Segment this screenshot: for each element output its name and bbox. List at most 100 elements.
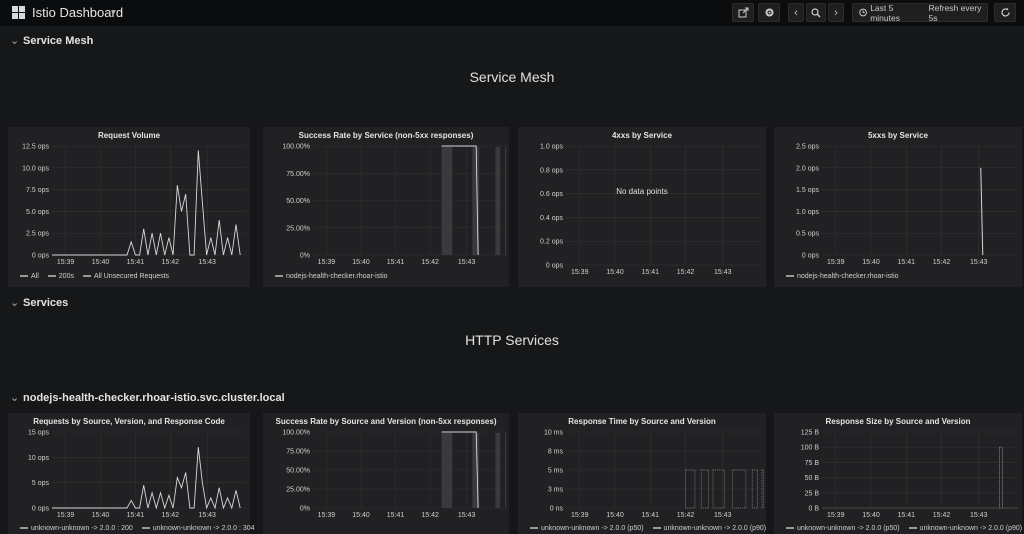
chart-3: 0 ops 0.5 ops 1.0 ops 1.5 ops 2.0 ops 2.5 ops… xyxy=(796,144,1018,266)
legend-item[interactable]: All Unsecured Requests xyxy=(82,273,170,280)
panel-legend: nodejs-health-checker.rhoar-istio xyxy=(786,273,908,280)
x-tick-label: 15:42 xyxy=(677,269,695,276)
x-tick-label: 15:39 xyxy=(57,512,75,519)
row-services[interactable]: ⌄ Services xyxy=(10,296,68,309)
legend-label: unknown-unknown -> 2.0.0 : 200 xyxy=(31,525,133,532)
legend-item[interactable]: nodejs-health-checker.rhoar-istio xyxy=(275,273,388,280)
x-tick-label: 15:39 xyxy=(318,259,336,266)
x-tick-label: 15:40 xyxy=(92,259,110,266)
zoom-out-button[interactable] xyxy=(806,3,826,22)
refresh-button[interactable] xyxy=(994,3,1016,22)
panel-title[interactable]: Success Rate by Service (non-5xx respons… xyxy=(263,131,509,140)
legend-item[interactable]: unknown-unknown -> 2.0.0 : 200 xyxy=(20,525,133,532)
x-tick-label: 15:42 xyxy=(933,259,951,266)
y-tick-label: 1.0 ops xyxy=(540,144,563,151)
y-tick-label: 50.00% xyxy=(286,468,310,475)
chevron-down-icon: ⌄ xyxy=(10,297,20,309)
legend-label: All Unsecured Requests xyxy=(93,273,170,280)
panel-success-rate-by-source: 0% 25.00% 50.00% 75.00% 100.00% 15:39 15:40 15:… xyxy=(263,413,509,534)
y-tick-label: 0.5 ops xyxy=(796,231,819,238)
x-tick-label: 15:40 xyxy=(352,259,370,266)
x-tick-label: 15:43 xyxy=(714,269,732,276)
x-tick-label: 15:43 xyxy=(458,259,476,266)
legend-item[interactable]: unknown-unknown -> 2.0.0 (p90) xyxy=(908,525,1022,532)
panel-title[interactable]: Response Size by Source and Version xyxy=(774,417,1022,426)
y-tick-label: 0 ops xyxy=(32,253,50,260)
panel-title[interactable]: 4xxs by Service xyxy=(518,131,766,140)
gear-icon xyxy=(765,8,773,17)
settings-button[interactable] xyxy=(758,3,780,22)
x-tick-label: 15:39 xyxy=(57,259,75,266)
y-tick-label: 1.5 ops xyxy=(796,187,819,194)
panel-title[interactable]: Request Volume xyxy=(8,131,250,140)
y-tick-label: 5 ms xyxy=(548,468,564,475)
legend-item[interactable]: unknown-unknown -> 2.0.0 (p90) xyxy=(652,525,766,532)
legend-item[interactable]: 200s xyxy=(47,273,74,280)
caret-down-icon[interactable]: ▾ xyxy=(111,7,116,18)
grid-icon[interactable] xyxy=(12,6,25,19)
legend-item[interactable]: unknown-unknown -> 2.0.0 (p50) xyxy=(786,525,900,532)
x-tick-label: 15:41 xyxy=(387,259,405,266)
dashboard-title[interactable]: Istio Dashboard xyxy=(32,5,123,20)
row-service-mesh[interactable]: ⌄ Service Mesh xyxy=(10,34,93,47)
panel-legend: unknown-unknown -> 2.0.0 : 200 unknown-un… xyxy=(20,525,264,532)
y-tick-label: 0.8 ops xyxy=(540,167,563,174)
x-tick-label: 15:41 xyxy=(642,269,660,276)
panel-title[interactable]: Requests by Source, Version, and Respons… xyxy=(8,417,250,426)
share-icon xyxy=(738,7,748,18)
y-tick-label: 100.00% xyxy=(282,144,310,151)
time-picker-button[interactable]: Last 5 minutes Refresh every 5s xyxy=(852,2,988,23)
y-tick-label: 2.5 ops xyxy=(26,231,49,238)
series-area xyxy=(761,469,764,509)
legend-label: All xyxy=(31,273,39,280)
clock-icon xyxy=(859,8,867,17)
x-tick-label: 15:42 xyxy=(677,512,695,519)
time-range-label: Last 5 minutes xyxy=(870,2,900,23)
search-icon xyxy=(811,7,821,17)
legend-item[interactable]: All xyxy=(20,273,39,280)
chart-6: 0 ns 3 ms 5 ms 8 ms 10 ms 15:39 15:40 15:41 15:4… xyxy=(544,430,764,519)
x-tick-label: 15:39 xyxy=(827,259,845,266)
y-tick-label: 0% xyxy=(300,253,310,260)
y-tick-label: 3 ms xyxy=(548,487,564,494)
panel-requests-by-source: 0 ops 5 ops 10 ops 15 ops 15:39 15:40 15:41 15:… xyxy=(8,413,255,534)
chevron-left-icon: ‹ xyxy=(794,6,798,19)
top-navbar: Istio Dashboard ▾ ‹ › Last 5 minutes Ref… xyxy=(0,0,1024,26)
legend-item[interactable]: unknown-unknown -> 2.0.0 (p50) xyxy=(530,525,644,532)
legend-label: nodejs-health-checker.rhoar-istio xyxy=(286,273,388,280)
x-tick-label: 15:43 xyxy=(458,512,476,519)
panel-title[interactable]: Response Time by Source and Version xyxy=(518,417,766,426)
panel-title[interactable]: Success Rate by Source and Version (non-… xyxy=(263,417,509,426)
share-button[interactable] xyxy=(732,3,754,22)
panel-5xxs-by-service: 0 ops 0.5 ops 1.0 ops 1.5 ops 2.0 ops 2.5 ops… xyxy=(774,127,1022,287)
time-forward-button[interactable]: › xyxy=(828,3,844,22)
y-tick-label: 5.0 ops xyxy=(26,209,49,216)
y-tick-label: 75.00% xyxy=(286,449,310,456)
x-tick-label: 15:41 xyxy=(898,259,916,266)
y-tick-label: 75 B xyxy=(805,460,820,467)
panel-title[interactable]: 5xxs by Service xyxy=(774,131,1022,140)
y-tick-label: 0 ns xyxy=(550,506,564,513)
chevron-right-icon: › xyxy=(834,6,838,19)
y-tick-label: 50.00% xyxy=(286,198,310,205)
no-data-message: No data points xyxy=(616,187,668,196)
chevron-down-icon: ⌄ xyxy=(10,35,20,47)
y-tick-label: 1.0 ops xyxy=(796,209,819,216)
y-tick-label: 0% xyxy=(300,506,310,513)
y-tick-label: 0.2 ops xyxy=(540,239,563,246)
legend-swatch xyxy=(47,275,56,277)
legend-label: unknown-unknown -> 2.0.0 (p50) xyxy=(541,525,644,532)
y-tick-label: 50 B xyxy=(805,475,820,482)
chart-2: 0 ops0.2 ops0.4 ops0.6 ops0.8 ops1.0 ops… xyxy=(540,144,762,276)
x-tick-label: 15:43 xyxy=(970,259,988,266)
y-tick-label: 100 B xyxy=(801,445,820,452)
legend-item[interactable]: unknown-unknown -> 2.0.0 : 304 xyxy=(141,525,255,532)
row-nodejs-service[interactable]: ⌄ nodejs-health-checker.rhoar-istio.svc.c… xyxy=(10,391,285,404)
legend-label: unknown-unknown -> 2.0.0 : 304 xyxy=(152,525,255,532)
x-tick-label: 15:40 xyxy=(352,512,370,519)
y-tick-label: 10.0 ops xyxy=(22,165,49,172)
y-tick-label: 10 ms xyxy=(544,430,564,437)
time-back-button[interactable]: ‹ xyxy=(788,3,804,22)
legend-label: unknown-unknown -> 2.0.0 (p50) xyxy=(797,525,900,532)
legend-item[interactable]: nodejs-health-checker.rhoar-istio xyxy=(786,273,899,280)
